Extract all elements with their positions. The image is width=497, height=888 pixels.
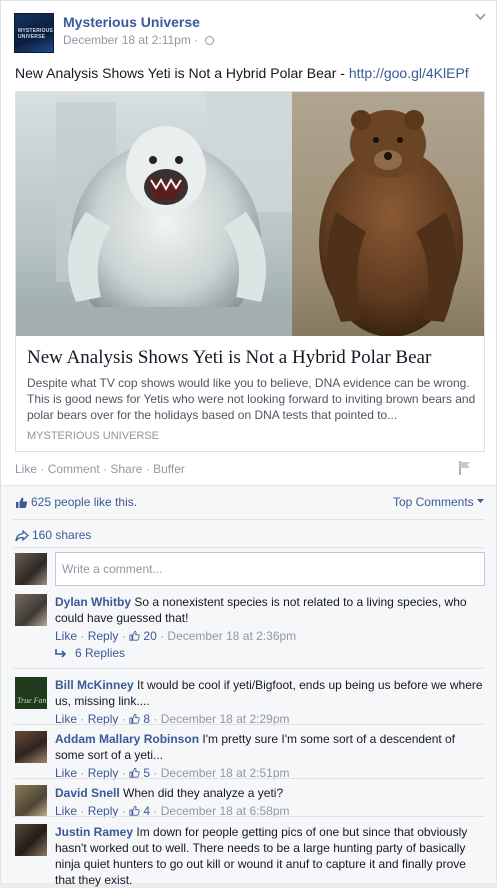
post-actions: Like · Comment · Share · Buffer — [15, 462, 185, 476]
comment-reply-link[interactable]: Reply — [88, 629, 119, 643]
commenter-avatar[interactable] — [15, 824, 47, 856]
comment-input[interactable]: Write a comment... — [55, 552, 485, 586]
reply-arrow-icon — [55, 649, 67, 658]
post-meta: December 18 at 2:11pm · — [63, 33, 214, 47]
flag-icon[interactable] — [458, 460, 472, 476]
attachment-title[interactable]: New Analysis Shows Yeti is Not a Hybrid … — [27, 347, 431, 369]
comment-body: Addam Mallary Robinson I'm pretty sure I… — [55, 731, 485, 781]
feedback-section: 625 people like this. Top Comments 160 s… — [1, 485, 496, 887]
link-attachment[interactable]: New Analysis Shows Yeti is Not a Hybrid … — [15, 91, 485, 452]
shares-summary[interactable]: 160 shares — [15, 528, 91, 542]
attachment-image[interactable] — [16, 92, 484, 336]
view-replies-link[interactable]: 6 Replies — [55, 646, 125, 660]
viewer-avatar — [15, 553, 47, 585]
page-avatar[interactable]: MYSTERIOUS UNIVERSE — [14, 13, 54, 53]
divider — [13, 816, 484, 817]
comment-placeholder: Write a comment... — [62, 562, 163, 576]
commenter-avatar[interactable]: True Fan — [15, 677, 47, 709]
likes-count[interactable]: 625 people like this. — [31, 495, 137, 509]
action-sep: · — [142, 462, 154, 476]
share-action[interactable]: Share — [110, 462, 142, 476]
thumbs-up-icon — [16, 497, 28, 508]
page-avatar-text: MYSTERIOUS UNIVERSE — [18, 28, 54, 40]
comment-body: Justin Ramey Im down for people getting … — [55, 824, 485, 888]
buffer-action[interactable]: Buffer — [153, 462, 185, 476]
shares-count[interactable]: 160 shares — [32, 528, 91, 542]
share-arrow-icon — [15, 530, 29, 542]
post-link[interactable]: http://goo.gl/4KlEPf — [349, 65, 469, 81]
comment-author[interactable]: Justin Ramey — [55, 825, 133, 839]
comment-body: Bill McKinney It would be cool if yeti/B… — [55, 677, 485, 727]
likes-summary[interactable]: 625 people like this. — [15, 495, 137, 509]
attachment-description: Despite what TV cop shows would like you… — [27, 376, 476, 422]
commenter-avatar[interactable] — [15, 594, 47, 626]
commenter-avatar[interactable] — [15, 731, 47, 763]
comment-like-link[interactable]: Like — [55, 629, 77, 643]
divider — [13, 547, 484, 548]
comment-author[interactable]: David Snell — [55, 786, 120, 800]
page-name-link[interactable]: Mysterious Universe — [63, 14, 200, 30]
meta-separator: · — [194, 33, 199, 47]
yeti-bear-image — [16, 92, 484, 336]
post-timestamp[interactable]: December 18 at 2:11pm — [63, 33, 191, 47]
post-text: New Analysis Shows Yeti is Not a Hybrid … — [15, 65, 469, 81]
caret-down-icon — [477, 499, 484, 503]
thumbs-up-icon — [129, 767, 140, 778]
post-card: MYSTERIOUS UNIVERSE Mysterious Universe … — [0, 0, 497, 887]
comment-like-count[interactable]: 20 — [143, 629, 156, 643]
post-message: New Analysis Shows Yeti is Not a Hybrid … — [15, 65, 349, 81]
divider — [13, 519, 484, 520]
attachment-source: MYSTERIOUS UNIVERSE — [27, 430, 160, 442]
replies-count[interactable]: 6 Replies — [75, 646, 125, 660]
comment-text: When did they analyze a yeti? — [123, 786, 284, 800]
globe-icon[interactable] — [204, 36, 214, 45]
comment-action[interactable]: Comment — [48, 462, 100, 476]
thumbs-up-icon — [129, 630, 140, 641]
comment-author[interactable]: Dylan Whitby — [55, 595, 131, 609]
action-sep: · — [99, 462, 111, 476]
comment-time[interactable]: December 18 at 2:36pm — [167, 629, 296, 643]
comment-author[interactable]: Addam Mallary Robinson — [55, 732, 199, 746]
like-action[interactable]: Like — [15, 462, 37, 476]
avatar-caption: True Fan — [17, 696, 47, 705]
comment-body: David Snell When did they analyze a yeti… — [55, 785, 485, 819]
divider — [13, 668, 484, 669]
comment-author[interactable]: Bill McKinney — [55, 678, 134, 692]
thumbs-up-icon — [129, 713, 140, 724]
comment-meta: Like · Reply · 20 · December 18 at 2:36p… — [55, 629, 297, 643]
top-comments-label: Top Comments — [392, 495, 474, 509]
action-sep: · — [37, 462, 48, 476]
comment-body: Dylan Whitby So a nonexistent species is… — [55, 594, 485, 644]
divider — [13, 724, 484, 725]
top-comments-dropdown[interactable]: Top Comments — [393, 495, 484, 509]
chevron-down-icon[interactable] — [475, 11, 486, 22]
thumbs-up-icon — [129, 805, 140, 816]
commenter-avatar[interactable] — [15, 785, 47, 817]
divider — [13, 778, 484, 779]
